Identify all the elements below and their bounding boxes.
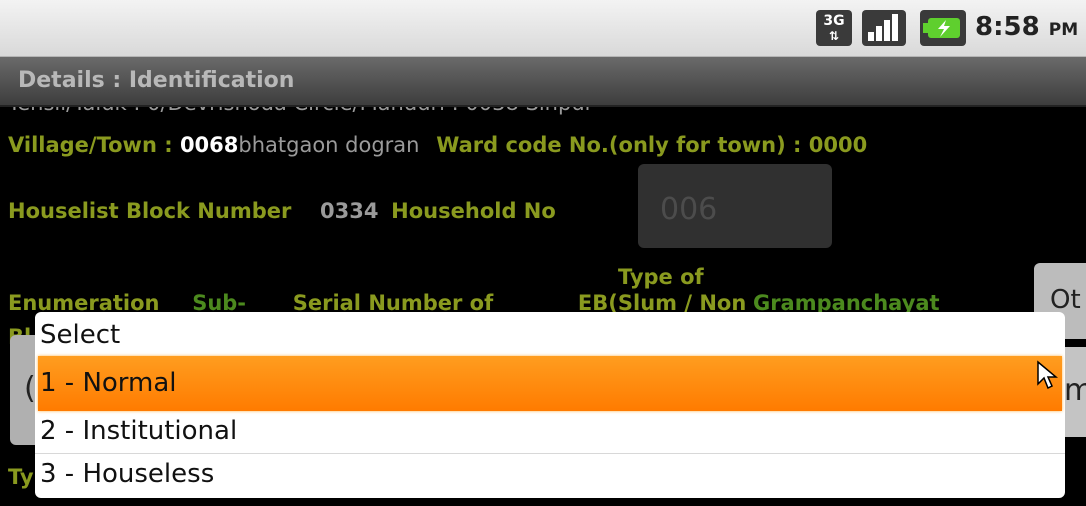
household-number-input[interactable]: 006 (638, 164, 832, 248)
clock-time: 8:58 (975, 12, 1040, 42)
village-name: bhatgaon dogran (238, 133, 420, 157)
option-institutional-label: 2 - Institutional (40, 416, 238, 446)
houselist-row: Houselist Block Number 0334 Household No (8, 199, 556, 223)
village-code: 0068 (179, 133, 239, 157)
network-label: 3G (823, 13, 845, 29)
page-title: Details : Identification (18, 68, 295, 93)
mouse-cursor-icon (1037, 360, 1058, 390)
ty-fragment: Ty (8, 465, 34, 489)
type-of-label: Type of (618, 265, 704, 289)
houselist-value: 0334 (320, 199, 379, 223)
right-field-text: m (1064, 373, 1086, 408)
battery-charging-icon (920, 10, 966, 46)
title-bar: Details : Identification (0, 57, 1086, 107)
left-field-text: ( (24, 371, 36, 406)
ward-code-label: Ward code No.(only for town) : 0000 (436, 133, 868, 157)
option-normal-label: 1 - Normal (40, 368, 177, 398)
signal-strength-icon (862, 10, 906, 46)
option-institutional[interactable]: 2 - Institutional (35, 412, 1065, 454)
clock: 8:58 PM (975, 12, 1078, 42)
data-arrows-icon: ⇅ (828, 29, 840, 43)
dropdown-header: Select (35, 312, 1065, 354)
status-bar: 3G ⇅ 8:58 PM (0, 0, 1086, 57)
village-label: Village/Town : (8, 133, 180, 157)
tehsil-row: Tehsil/Taluk : 0/Devrishoda Circle/Mandu… (8, 107, 593, 115)
household-label: Household No (391, 199, 556, 223)
dropdown-header-label: Select (40, 320, 121, 350)
houselist-label: Houselist Block Number (8, 199, 292, 223)
option-normal[interactable]: 1 - Normal (38, 356, 1062, 411)
clock-ampm: PM (1048, 20, 1079, 40)
option-houseless[interactable]: 3 - Houseless (35, 455, 1065, 498)
village-row: Village/Town : 0068bhatgaon dogran Ward … (8, 133, 867, 157)
option-houseless-label: 3 - Houseless (40, 459, 215, 489)
household-type-dropdown: Select 1 - Normal 2 - Institutional 3 - … (35, 312, 1065, 498)
network-3g-icon: 3G ⇅ (816, 10, 852, 46)
